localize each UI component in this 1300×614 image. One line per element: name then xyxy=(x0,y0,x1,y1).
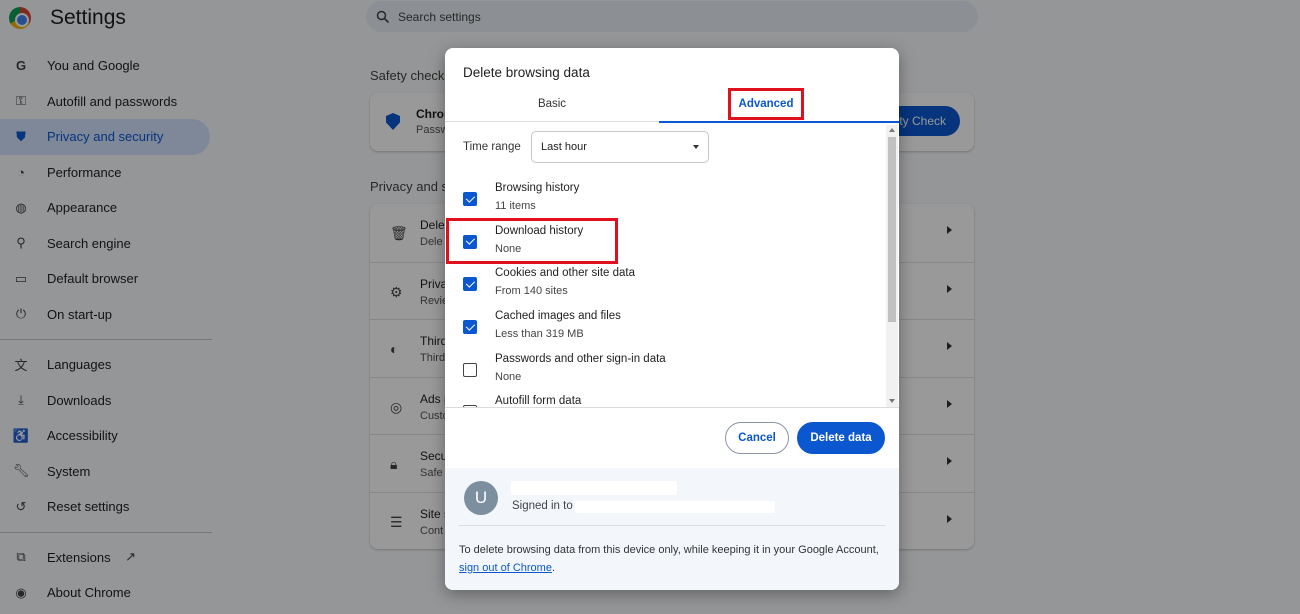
footer-text-after: . xyxy=(551,561,555,574)
item-detail: 11 items xyxy=(495,200,536,212)
delete-browsing-data-dialog: Delete browsing data Basic Advanced Time… xyxy=(445,48,899,590)
time-range-label: Time range xyxy=(463,141,521,153)
sign-out-link[interactable]: sign out of Chrome xyxy=(459,562,552,574)
item-detail: Less than 319 MB xyxy=(495,328,584,341)
item-detail: None xyxy=(495,370,522,383)
item-name: Autofill form data xyxy=(495,395,582,408)
item-name: Cookies and other site data xyxy=(495,267,636,280)
dialog-scroll-area[interactable]: Time range Last hour Browsing history 11… xyxy=(445,123,899,408)
checkbox[interactable] xyxy=(463,192,477,206)
signed-in-text: Signed in to xyxy=(512,500,573,512)
time-range-value: Last hour xyxy=(541,141,587,153)
data-type-cookies[interactable]: Cookies and other site data From 140 sit… xyxy=(445,263,885,306)
footer-text: To delete browsing data from this device… xyxy=(459,542,879,577)
item-detail: None xyxy=(495,242,522,255)
data-type-browsing-history[interactable]: Browsing history 11 items xyxy=(445,178,885,221)
item-name: Browsing history xyxy=(495,182,580,194)
dialog-scrollbar[interactable] xyxy=(886,125,898,407)
item-detail: From 140 sites xyxy=(495,285,568,298)
checkbox[interactable] xyxy=(463,277,477,292)
dialog-tabs: Basic Advanced xyxy=(445,88,899,123)
data-type-download-history[interactable]: Download history None xyxy=(445,221,885,264)
item-name: Download history xyxy=(495,224,584,237)
scroll-down-arrow-icon[interactable] xyxy=(889,399,895,403)
data-type-passwords[interactable]: Passwords and other sign-in data None xyxy=(445,349,885,392)
tab-basic[interactable]: Basic xyxy=(445,88,659,122)
cancel-button[interactable]: Cancel xyxy=(725,422,789,454)
avatar: U xyxy=(464,481,498,515)
dropdown-caret-icon xyxy=(693,145,699,149)
dialog-divider xyxy=(445,407,899,408)
dialog-footer: U Signed in to To delete browsing data f… xyxy=(445,468,899,590)
delete-data-button[interactable]: Delete data xyxy=(797,422,885,454)
tab-advanced-label: Advanced xyxy=(727,88,805,120)
checkbox[interactable] xyxy=(463,234,477,249)
checkbox[interactable] xyxy=(463,320,477,335)
dialog-title: Delete browsing data xyxy=(463,65,590,80)
footer-divider xyxy=(459,525,885,526)
time-range-row: Time range Last hour xyxy=(463,131,709,163)
data-type-autofill[interactable]: Autofill form data xyxy=(445,391,885,408)
redacted-account-email xyxy=(575,501,775,513)
data-type-cached-images[interactable]: Cached images and files Less than 319 MB xyxy=(445,306,885,349)
redacted-account-name xyxy=(511,481,677,495)
item-name: Cached images and files xyxy=(495,310,621,323)
scroll-up-arrow-icon[interactable] xyxy=(889,128,895,132)
checkbox[interactable] xyxy=(463,362,477,377)
data-type-list: Browsing history 11 items Download histo… xyxy=(445,178,885,408)
tab-advanced[interactable]: Advanced xyxy=(659,88,899,123)
time-range-select[interactable]: Last hour xyxy=(531,131,709,163)
scrollbar-thumb[interactable] xyxy=(888,137,896,322)
item-name: Passwords and other sign-in data xyxy=(495,352,666,365)
footer-text-before: To delete browsing data from this device… xyxy=(459,544,879,556)
